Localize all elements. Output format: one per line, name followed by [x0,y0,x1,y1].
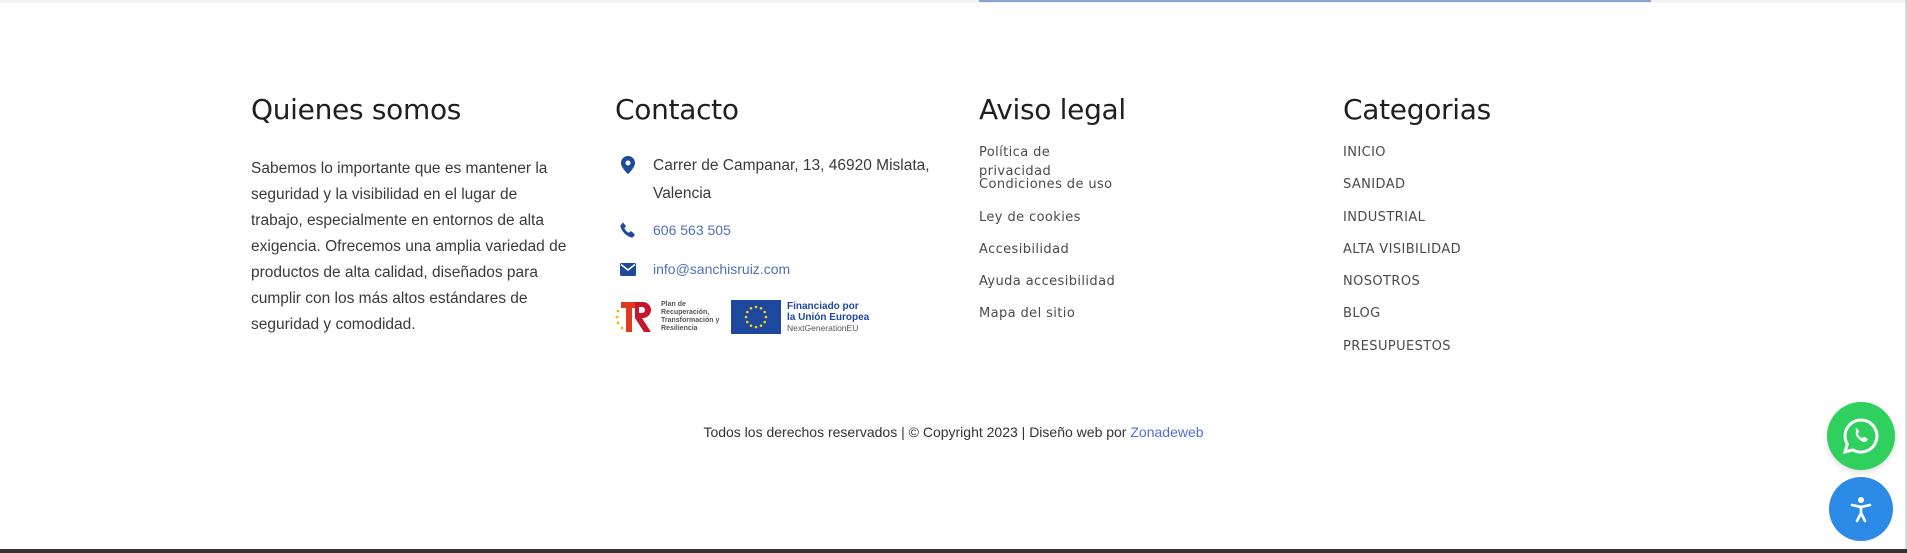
accessibility-link[interactable]: Accesibilidad [979,242,1069,257]
phone-link[interactable]: 606 563 505 [653,217,731,243]
top-accent-line [979,0,1651,2]
category-link-inicio[interactable]: INICIO [1343,145,1386,160]
accessibility-help-link[interactable]: Ayuda accesibilidad [979,274,1115,289]
category-link-alta-visibilidad[interactable]: ALTA VISIBILIDAD [1343,242,1461,257]
list-item: Mapa del sitio [979,302,1126,334]
page-bottom-strip [0,549,1907,553]
sitemap-link[interactable]: Mapa del sitio [979,306,1075,321]
tr-logo-mark [615,302,651,332]
legal-title: Aviso legal [979,93,1126,126]
list-item: ALTA VISIBILIDAD [1343,238,1461,270]
eu-flag-icon [731,300,781,334]
contact-title: Contacto [615,93,739,126]
category-link-blog[interactable]: BLOG [1343,306,1381,321]
whatsapp-icon [1842,418,1879,455]
eu-line-2: la Unión Europea [787,311,870,323]
copyright-text: Todos los derechos reservados | © Copyri… [703,424,1131,440]
list-item: INICIO [1343,141,1461,173]
contact-address: Carrer de Campanar, 13, 46920 Mislata, V… [615,152,935,208]
category-link-industrial[interactable]: INDUSTRIAL [1343,210,1425,225]
accessibility-button[interactable] [1829,477,1893,541]
list-item: Política de privacidad [979,141,1126,179]
list-item: BLOG [1343,302,1461,334]
contact-email[interactable]: info@sanchisruiz.com [615,256,790,282]
list-item: Condiciones de uso [979,173,1126,205]
envelope-icon [615,256,641,282]
list-item: PRESUPUESTOS [1343,335,1461,367]
categories-section: Categorias INICIO SANIDAD INDUSTRIAL ALT… [1343,92,1491,354]
eu-line-1: Financiado por [787,300,859,312]
accessibility-icon [1850,497,1872,523]
recovery-plan-logo: Plan de Recuperación, Transformación y R… [615,299,723,335]
category-link-nosotros[interactable]: NOSOTROS [1343,274,1420,289]
contact-phone[interactable]: 606 563 505 [615,217,731,243]
about-title: Quienes somos [251,93,462,126]
whatsapp-button[interactable] [1827,402,1895,470]
address-text: Carrer de Campanar, 13, 46920 Mislata, V… [653,157,930,202]
list-item: Accesibilidad [979,238,1126,270]
list-item: SANIDAD [1343,173,1461,205]
list-item: Ley de cookies [979,206,1126,238]
list-item: Ayuda accesibilidad [979,270,1126,302]
funding-logos: Plan de Recuperación, Transformación y R… [615,299,869,335]
legal-section: Aviso legal Política de privacidad Condi… [979,92,1126,321]
category-links: INICIO SANIDAD INDUSTRIAL ALTA VISIBILID… [1343,141,1461,367]
terms-of-use-link[interactable]: Condiciones de uso [979,177,1113,192]
credit-link[interactable]: Zonadeweb [1130,424,1203,440]
category-link-presupuestos[interactable]: PRESUPUESTOS [1343,339,1451,354]
list-item: INDUSTRIAL [1343,206,1461,238]
email-link[interactable]: info@sanchisruiz.com [653,256,790,282]
recovery-plan-text: Plan de Recuperación, Transformación y R… [661,301,720,332]
about-text: Sabemos lo importante que es mantener la… [251,160,567,333]
map-pin-icon [615,152,641,178]
cookies-law-link[interactable]: Ley de cookies [979,210,1081,225]
list-item: NOSOTROS [1343,270,1461,302]
category-link-sanidad[interactable]: SANIDAD [1343,177,1405,192]
categories-title: Categorias [1343,93,1491,126]
copyright-bar: Todos los derechos reservados | © Copyri… [0,424,1907,440]
about-section: Quienes somos Sabemos lo importante que … [251,92,566,333]
eu-line-3: NextGenerationEU [787,322,859,333]
contact-section: Contacto Carrer de Campanar, 13, 46920 M… [615,92,955,334]
phone-icon [615,217,641,243]
legal-links: Política de privacidad Condiciones de us… [979,141,1126,335]
eu-funding-text: Financiado por la Unión Europea NextGene… [787,301,869,334]
